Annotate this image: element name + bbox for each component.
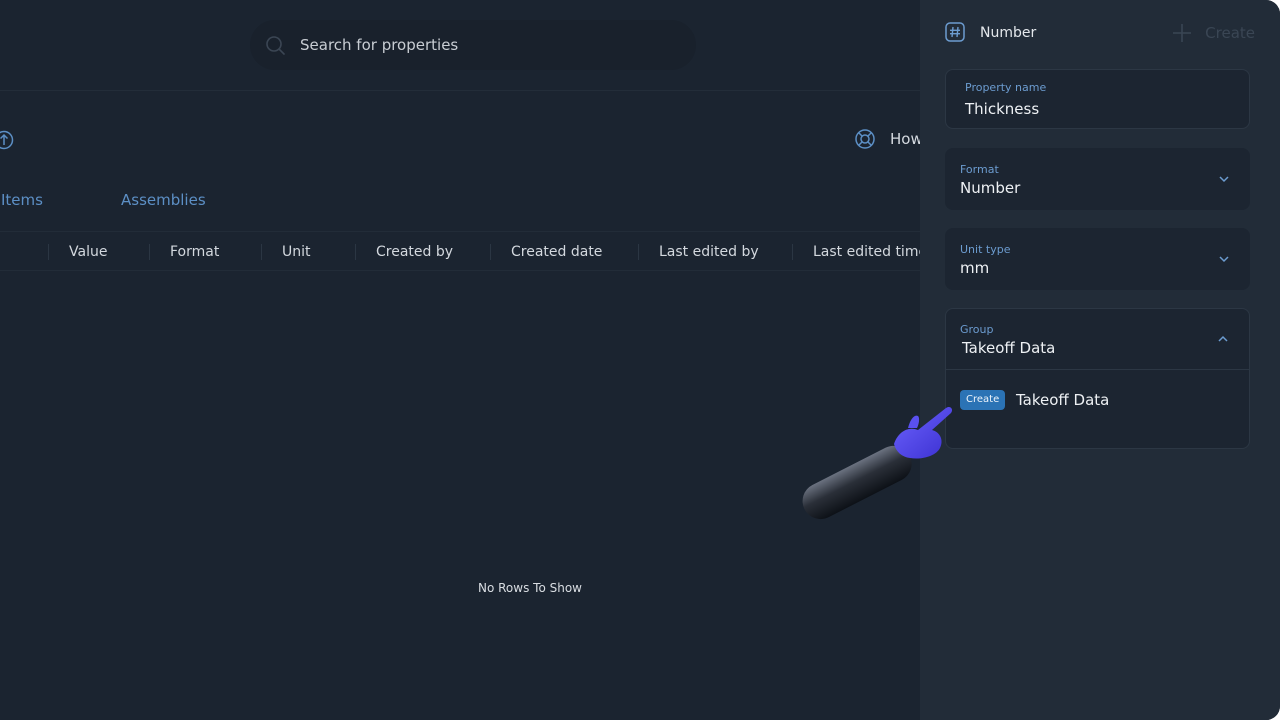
chevron-up-icon[interactable] <box>1217 333 1229 345</box>
help-link[interactable]: How <box>854 128 923 150</box>
tab-assemblies[interactable]: Assemblies <box>121 188 206 212</box>
unit-type-value: mm <box>960 259 990 277</box>
empty-table-message: No Rows To Show <box>478 581 582 595</box>
main-area: Search for properties How Items Assembli… <box>0 0 927 720</box>
column-header-created-date[interactable]: Created date <box>511 232 602 270</box>
panel-header: Number Create <box>945 21 1255 45</box>
column-header-created-by[interactable]: Created by <box>376 232 453 270</box>
group-value[interactable]: Takeoff Data <box>962 339 1055 357</box>
group-dropdown-option[interactable]: Create Takeoff Data <box>946 370 1249 428</box>
column-separator <box>490 244 491 260</box>
property-name-input[interactable]: Thickness <box>965 100 1039 118</box>
property-panel: Number Create Property name Thickness Fo… <box>920 0 1280 720</box>
property-type-label: Number <box>980 25 1037 41</box>
search-icon <box>266 36 285 55</box>
format-select[interactable]: Format Number <box>945 148 1250 210</box>
header-divider <box>0 90 920 91</box>
group-option-label: Takeoff Data <box>1016 391 1110 409</box>
group-label: Group <box>960 323 994 336</box>
column-header-last-edited-by[interactable]: Last edited by <box>659 232 759 270</box>
upload-icon[interactable] <box>0 130 14 150</box>
group-select[interactable]: Group Takeoff Data Create Takeoff Data <box>945 308 1250 449</box>
column-header-format[interactable]: Format <box>170 232 219 270</box>
column-header-value[interactable]: Value <box>69 232 107 270</box>
column-separator <box>48 244 49 260</box>
tab-items[interactable]: Items <box>1 188 43 212</box>
format-value: Number <box>960 179 1021 197</box>
property-name-field[interactable]: Property name Thickness <box>945 69 1250 129</box>
column-separator <box>355 244 356 260</box>
search-input[interactable]: Search for properties <box>300 20 458 70</box>
column-header-last-edited-time[interactable]: Last edited time <box>813 232 927 270</box>
lifebuoy-icon <box>855 129 875 149</box>
column-separator <box>638 244 639 260</box>
column-separator <box>149 244 150 260</box>
create-button[interactable]: Create <box>1171 21 1255 45</box>
table-header: Value Format Unit Created by Created dat… <box>0 231 927 271</box>
format-label: Format <box>960 163 999 176</box>
chevron-down-icon <box>1219 256 1229 263</box>
pointer-hand-icon <box>802 406 953 520</box>
column-separator <box>261 244 262 260</box>
plus-icon <box>1173 24 1192 42</box>
unit-type-label: Unit type <box>960 243 1011 256</box>
unit-type-select[interactable]: Unit type mm <box>945 228 1250 290</box>
app-window: Search for properties How Items Assembli… <box>0 0 1280 720</box>
search-bar[interactable]: Search for properties <box>250 20 696 70</box>
hash-icon <box>945 22 965 42</box>
chevron-down-icon <box>1219 176 1229 183</box>
help-label: How <box>890 130 923 148</box>
column-header-unit[interactable]: Unit <box>282 232 311 270</box>
property-name-label: Property name <box>965 81 1047 94</box>
column-separator <box>792 244 793 260</box>
create-group-badge: Create <box>960 390 1006 410</box>
create-button-label: Create <box>1205 24 1255 42</box>
